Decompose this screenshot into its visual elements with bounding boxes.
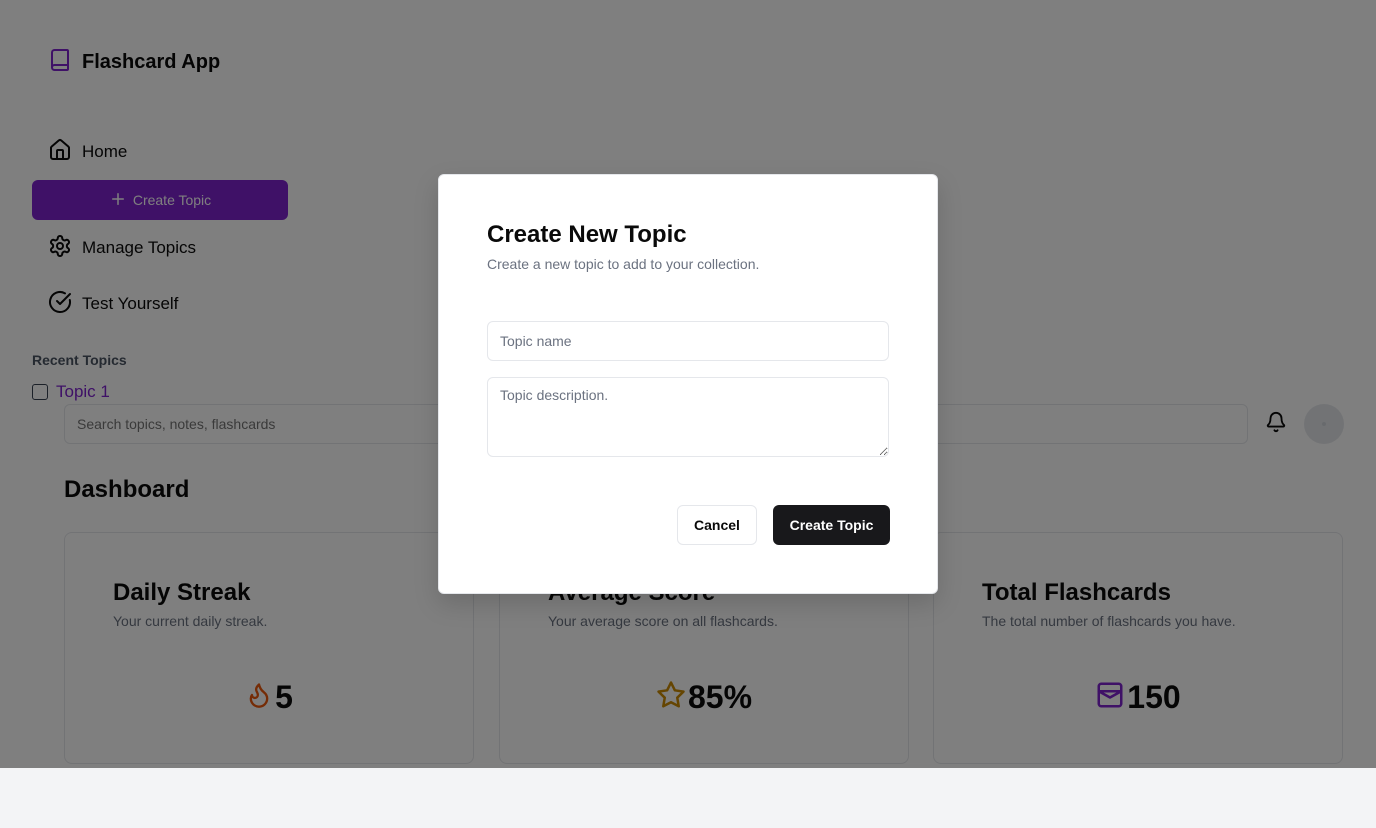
page-footer-area bbox=[0, 768, 1376, 828]
dialog-title: Create New Topic bbox=[487, 221, 687, 248]
create-topic-dialog: Create New Topic Create a new topic to a… bbox=[438, 174, 938, 594]
app-window: Flashcard App Home Create Topic Manage T… bbox=[0, 0, 1376, 768]
create-topic-button[interactable]: Create Topic bbox=[773, 505, 890, 545]
topic-description-input[interactable] bbox=[487, 377, 889, 457]
dialog-description: Create a new topic to add to your collec… bbox=[487, 256, 760, 272]
cancel-button[interactable]: Cancel bbox=[677, 505, 757, 545]
topic-name-input[interactable] bbox=[487, 321, 889, 361]
